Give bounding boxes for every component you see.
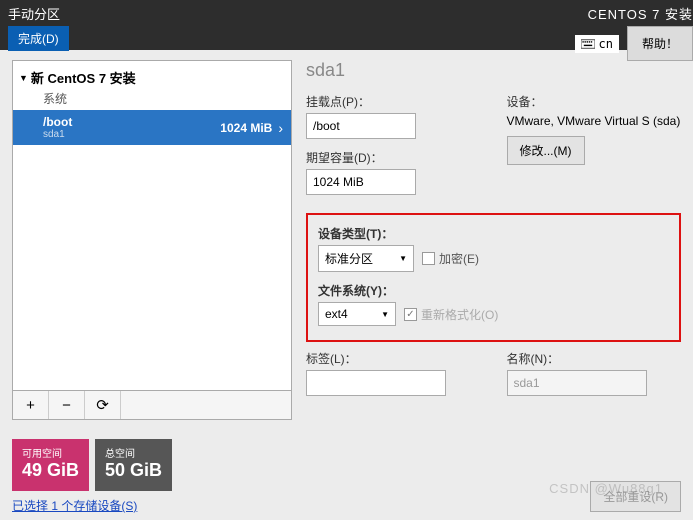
partition-tree: ▼ 新 CentOS 7 安装 系统 /boot sda1 1024 MiB › (12, 60, 292, 391)
reload-button[interactable]: ⟳ (85, 391, 121, 419)
available-space: 可用空间 49 GiB (12, 439, 89, 491)
tree-root[interactable]: ▼ 新 CentOS 7 安装 (13, 61, 291, 90)
highlight-box: 设备类型(T)： 标准分区 ▼ 加密(E) 文件系统(Y)： ext4 ▼ (306, 213, 681, 342)
partition-title: sda1 (306, 60, 681, 81)
space-summary: 可用空间 49 GiB 总空间 50 GiB (12, 439, 172, 491)
partition-row-boot[interactable]: /boot sda1 1024 MiB › (13, 110, 291, 145)
chevron-right-icon: › (278, 120, 283, 136)
capacity-input[interactable] (306, 169, 416, 195)
mount-device: sda1 (43, 129, 72, 140)
tree-system-label: 系统 (13, 90, 291, 110)
mount-size: 1024 MiB (220, 121, 272, 135)
modify-button[interactable]: 修改...(M) (507, 136, 585, 165)
mount-path: /boot (43, 115, 72, 129)
device-label: 设备： (507, 93, 682, 110)
page-title: 手动分区 (8, 4, 69, 23)
reformat-checkbox: ✓ (404, 308, 417, 321)
device-type-label: 设备类型(T)： (318, 225, 669, 242)
remove-button[interactable]: − (49, 391, 85, 419)
device-type-select[interactable]: 标准分区 ▼ (318, 245, 414, 272)
total-space: 总空间 50 GiB (95, 439, 172, 491)
filesystem-label: 文件系统(Y)： (318, 282, 669, 299)
chevron-down-icon: ▼ (381, 310, 389, 319)
header: 手动分区 完成(D) CENTOS 7 安装 cn 帮助！ (0, 0, 693, 50)
name-label: 名称(N)： (507, 350, 682, 367)
encrypt-label: 加密(E) (439, 250, 479, 267)
expand-icon: ▼ (19, 73, 28, 83)
device-text: VMware, VMware Virtual S (sda) (507, 113, 682, 130)
storage-link[interactable]: 已选择 1 个存储设备(S) (12, 497, 172, 514)
name-input (507, 370, 647, 396)
mount-input[interactable] (306, 113, 416, 139)
done-button[interactable]: 完成(D) (8, 26, 69, 51)
reset-all-button[interactable]: 全部重设(R) (590, 481, 681, 512)
chevron-down-icon: ▼ (399, 254, 407, 263)
filesystem-select[interactable]: ext4 ▼ (318, 302, 396, 326)
install-label: CENTOS 7 安装 (588, 4, 693, 23)
keyboard-icon (581, 39, 595, 49)
tag-input[interactable] (306, 370, 446, 396)
capacity-label: 期望容量(D)： (306, 149, 481, 166)
add-button[interactable]: + (13, 391, 49, 419)
reformat-label: 重新格式化(O) (421, 306, 498, 323)
encrypt-checkbox[interactable] (422, 252, 435, 265)
partition-toolbar: + − ⟳ (12, 391, 292, 420)
help-button[interactable]: 帮助！ (627, 26, 693, 61)
keyboard-indicator[interactable]: cn (575, 35, 619, 53)
mount-label: 挂载点(P)： (306, 93, 481, 110)
keyboard-layout: cn (599, 37, 613, 51)
tag-label: 标签(L)： (306, 350, 481, 367)
